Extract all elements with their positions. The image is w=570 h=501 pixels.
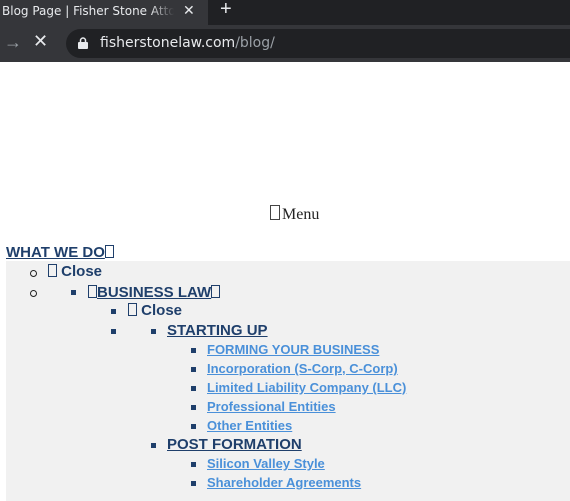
url-host: fisherstonelaw.com [100, 35, 236, 51]
new-tab-icon[interactable]: + [220, 0, 232, 21]
nav-link-incorporation[interactable]: Incorporation (S-Corp, C-Corp) [207, 361, 398, 376]
stop-loading-icon[interactable]: ✕ [33, 31, 48, 52]
url-path: /blog/ [235, 35, 275, 51]
forward-icon[interactable]: → [4, 32, 22, 53]
bullet-square [111, 309, 116, 314]
bullet-square [111, 329, 116, 334]
bullet-square [191, 386, 196, 391]
bullet-square [191, 367, 196, 372]
nav-link-llc[interactable]: Limited Liability Company (LLC) [207, 380, 406, 395]
what-we-do-label: WHAT WE DO [6, 244, 105, 261]
browser-toolbar: → ✕ fisherstonelaw.com/blog/ [0, 25, 570, 62]
bullet-square [191, 348, 196, 353]
tab-title: Blog Page | Fisher Stone Attorneys [2, 4, 174, 18]
close-label: Close [141, 302, 183, 319]
browser-tab-bar: Blog Page | Fisher Stone Attorneys ✕ + [0, 0, 570, 25]
bullet-square [191, 405, 196, 410]
lock-icon [78, 37, 88, 49]
nav-item-post-formation[interactable]: POST FORMATION [167, 436, 302, 453]
bullet-square [71, 290, 76, 295]
business-law-label: BUSINESS LAW [97, 284, 212, 301]
address-bar[interactable]: fisherstonelaw.com/blog/ [66, 29, 570, 58]
nav-link-forming-your-business[interactable]: FORMING YOUR BUSINESS [207, 342, 379, 357]
bullet-square [151, 329, 156, 334]
nav-item-starting-up[interactable]: STARTING UP [167, 322, 268, 339]
dropdown-icon [211, 285, 221, 298]
close-icon [128, 303, 137, 316]
close-submenu-button[interactable]: Close [128, 302, 182, 319]
nav-link-other-entities[interactable]: Other Entities [207, 418, 292, 433]
bullet-square [191, 424, 196, 429]
bullet-square [191, 462, 196, 467]
bullet-square [191, 481, 196, 486]
close-tab-icon[interactable]: ✕ [183, 3, 195, 19]
nav-link-shareholder-agreements[interactable]: Shareholder Agreements [207, 475, 361, 490]
nav-link-silicon-valley-style[interactable]: Silicon Valley Style [207, 456, 325, 471]
menu-label: Menu [282, 206, 320, 223]
url-text: fisherstonelaw.com/blog/ [100, 35, 275, 51]
nav-item-what-we-do[interactable]: WHAT WE DO [6, 244, 114, 261]
bullet-square [151, 443, 156, 448]
close-icon [48, 264, 57, 277]
nav-link-professional-entities[interactable]: Professional Entities [207, 399, 336, 414]
bullet-circle [30, 290, 37, 297]
close-submenu-button[interactable]: Close [48, 263, 102, 280]
nav-item-business-law[interactable]: BUSINESS LAW [88, 284, 221, 301]
bullet-circle [30, 270, 37, 277]
menu-icon [270, 205, 280, 220]
browser-tab[interactable]: Blog Page | Fisher Stone Attorneys ✕ [0, 0, 208, 25]
menu-toggle[interactable]: Menu [270, 205, 319, 224]
dropdown-icon [104, 245, 114, 258]
close-label: Close [61, 263, 103, 280]
menu-icon [88, 285, 97, 298]
